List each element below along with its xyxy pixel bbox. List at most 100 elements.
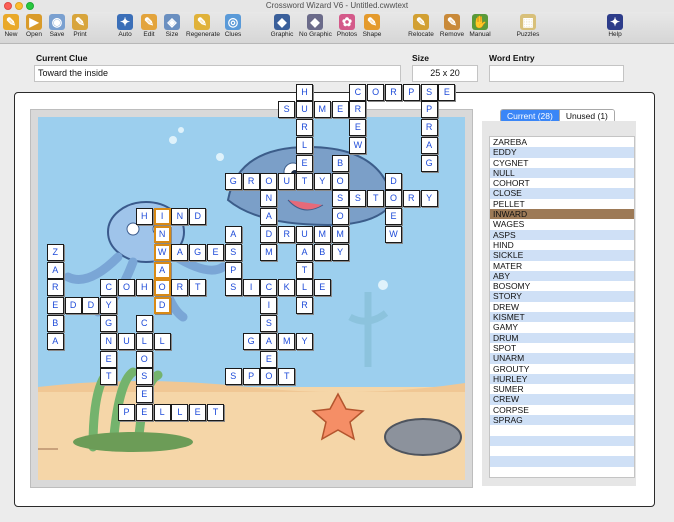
crossword-cell[interactable]: O — [331, 208, 349, 226]
crossword-cell[interactable]: Y — [100, 297, 118, 315]
crossword-cell[interactable]: E — [349, 119, 367, 137]
crossword-cell[interactable]: I — [260, 297, 278, 315]
crossword-cell[interactable]: S — [349, 190, 367, 208]
crossword-cell[interactable]: D — [82, 297, 100, 315]
word-list-item[interactable]: ZAREBA — [490, 137, 634, 147]
crossword-cell[interactable]: O — [153, 279, 171, 297]
crossword-cell[interactable]: R — [46, 279, 64, 297]
crossword-cell[interactable]: O — [385, 190, 402, 208]
crossword-cell[interactable]: L — [296, 137, 313, 154]
word-list-item[interactable]: ASPS — [490, 229, 634, 240]
crossword-cell[interactable]: S — [278, 101, 296, 119]
crossword-cell[interactable]: P — [242, 368, 260, 386]
crossword-cell[interactable]: T — [100, 368, 118, 386]
crossword-cell[interactable]: D — [385, 172, 402, 190]
crossword-cell[interactable]: E — [385, 208, 402, 226]
crossword-cell[interactable]: B — [313, 243, 331, 261]
crossword-cell[interactable]: H — [135, 208, 153, 226]
crossword-cell[interactable]: L — [135, 332, 153, 350]
word-list-item[interactable]: GAMY — [490, 322, 634, 332]
crossword-cell[interactable]: W — [349, 137, 367, 154]
crossword-cell[interactable]: E — [438, 83, 456, 101]
crossword-cell[interactable]: R — [242, 172, 260, 190]
crossword-cell[interactable]: G — [100, 315, 118, 332]
crossword-cell[interactable]: U — [278, 172, 296, 190]
crossword-cell[interactable]: A — [46, 261, 64, 279]
crossword-cell[interactable]: T — [296, 172, 313, 190]
crossword-cell[interactable]: O — [118, 279, 135, 297]
size-field[interactable]: 25 x 20 — [412, 65, 478, 82]
crossword-cell[interactable]: D — [153, 297, 171, 315]
word-list-item[interactable]: CREW — [490, 394, 634, 405]
word-list-item[interactable]: COHORT — [490, 178, 634, 188]
word-list-item[interactable]: SPRAG — [490, 415, 634, 426]
crossword-cell[interactable]: P — [224, 261, 242, 279]
word-list-item[interactable]: DREW — [490, 302, 634, 312]
crossword-cell[interactable]: R — [385, 83, 402, 101]
crossword-cell[interactable]: O — [367, 83, 385, 101]
toolbar-relocate-button[interactable]: ✎ Relocate — [405, 14, 437, 38]
crossword-cell[interactable]: L — [171, 404, 189, 421]
crossword-cell[interactable]: D — [260, 226, 278, 243]
crossword-cell[interactable]: A — [260, 332, 278, 350]
crossword-cell[interactable]: E — [46, 297, 64, 315]
crossword-cell[interactable]: R — [278, 226, 296, 243]
crossword-cell[interactable]: D — [189, 208, 207, 226]
crossword-cell[interactable]: P — [118, 404, 135, 421]
crossword-cell[interactable]: C — [349, 83, 367, 101]
crossword-cell[interactable]: Z — [46, 243, 64, 261]
crossword-cell[interactable]: A — [296, 243, 313, 261]
crossword-cell[interactable]: A — [153, 261, 171, 279]
crossword-cell[interactable]: N — [171, 208, 189, 226]
crossword-cell[interactable]: E — [331, 101, 349, 119]
crossword-cell[interactable]: K — [278, 279, 296, 297]
crossword-cell[interactable]: O — [135, 350, 153, 368]
crossword-cell[interactable]: B — [331, 154, 349, 172]
crossword-cell[interactable]: N — [153, 226, 171, 243]
crossword-cell[interactable]: E — [296, 154, 313, 172]
toolbar-size-button[interactable]: ◈ Size — [156, 14, 188, 38]
word-list-item[interactable]: PELLET — [490, 199, 634, 209]
crossword-cell[interactable]: P — [420, 101, 438, 119]
toolbar-graphic-button[interactable]: ◆ Graphic — [266, 14, 298, 38]
crossword-cell[interactable]: S — [331, 190, 349, 208]
crossword-cell[interactable]: E — [313, 279, 331, 297]
toolbar-clues-button[interactable]: ◎ Clues — [217, 14, 249, 38]
crossword-cell[interactable]: S — [420, 83, 438, 101]
crossword-cell[interactable]: E — [189, 404, 207, 421]
toolbar-help-button[interactable]: ✦ Help — [599, 14, 631, 38]
crossword-cell[interactable]: I — [153, 208, 171, 226]
word-list-item[interactable]: GROUTY — [490, 364, 634, 374]
word-list-item[interactable]: SUMER — [490, 384, 634, 394]
crossword-cell[interactable]: R — [296, 297, 313, 315]
word-list[interactable]: ZAREBA EDDY CYGNET NULL COHORT CLOSE PELLET INW… — [489, 136, 635, 478]
word-list-item[interactable]: NULL — [490, 167, 634, 179]
crossword-cell[interactable]: H — [135, 279, 153, 297]
crossword-cell[interactable]: Y — [296, 332, 313, 350]
crossword-cell[interactable]: M — [313, 101, 331, 119]
crossword-cell[interactable]: E — [260, 350, 278, 368]
crossword-cell[interactable]: C — [100, 279, 118, 297]
crossword-cell[interactable]: G — [224, 172, 242, 190]
crossword-cell[interactable]: Y — [313, 172, 331, 190]
crossword-cell[interactable]: C — [135, 315, 153, 332]
crossword-cell[interactable]: Y — [331, 243, 349, 261]
word-list-item[interactable]: WAGES — [490, 219, 634, 229]
crossword-cell[interactable]: T — [367, 190, 385, 208]
crossword-cell[interactable]: U — [118, 332, 135, 350]
toolbar-regenerate-button[interactable]: ✎ Regenerate — [186, 14, 220, 38]
current-clue-field[interactable]: Toward the inside — [34, 65, 401, 82]
crossword-cell[interactable]: R — [349, 101, 367, 119]
crossword-cell[interactable]: E — [135, 386, 153, 404]
crossword-cell[interactable]: G — [189, 243, 207, 261]
crossword-cell[interactable]: H — [296, 83, 313, 101]
crossword-cell[interactable]: C — [260, 279, 278, 297]
crossword-cell[interactable]: W — [153, 243, 171, 261]
crossword-cell[interactable]: B — [46, 315, 64, 332]
crossword-cell[interactable]: U — [296, 226, 313, 243]
crossword-cell[interactable]: S — [135, 368, 153, 386]
crossword-cell[interactable]: R — [171, 279, 189, 297]
crossword-cell[interactable]: S — [260, 315, 278, 332]
word-list-item[interactable]: SICKLE — [490, 250, 634, 261]
crossword-cell[interactable]: M — [313, 226, 331, 243]
